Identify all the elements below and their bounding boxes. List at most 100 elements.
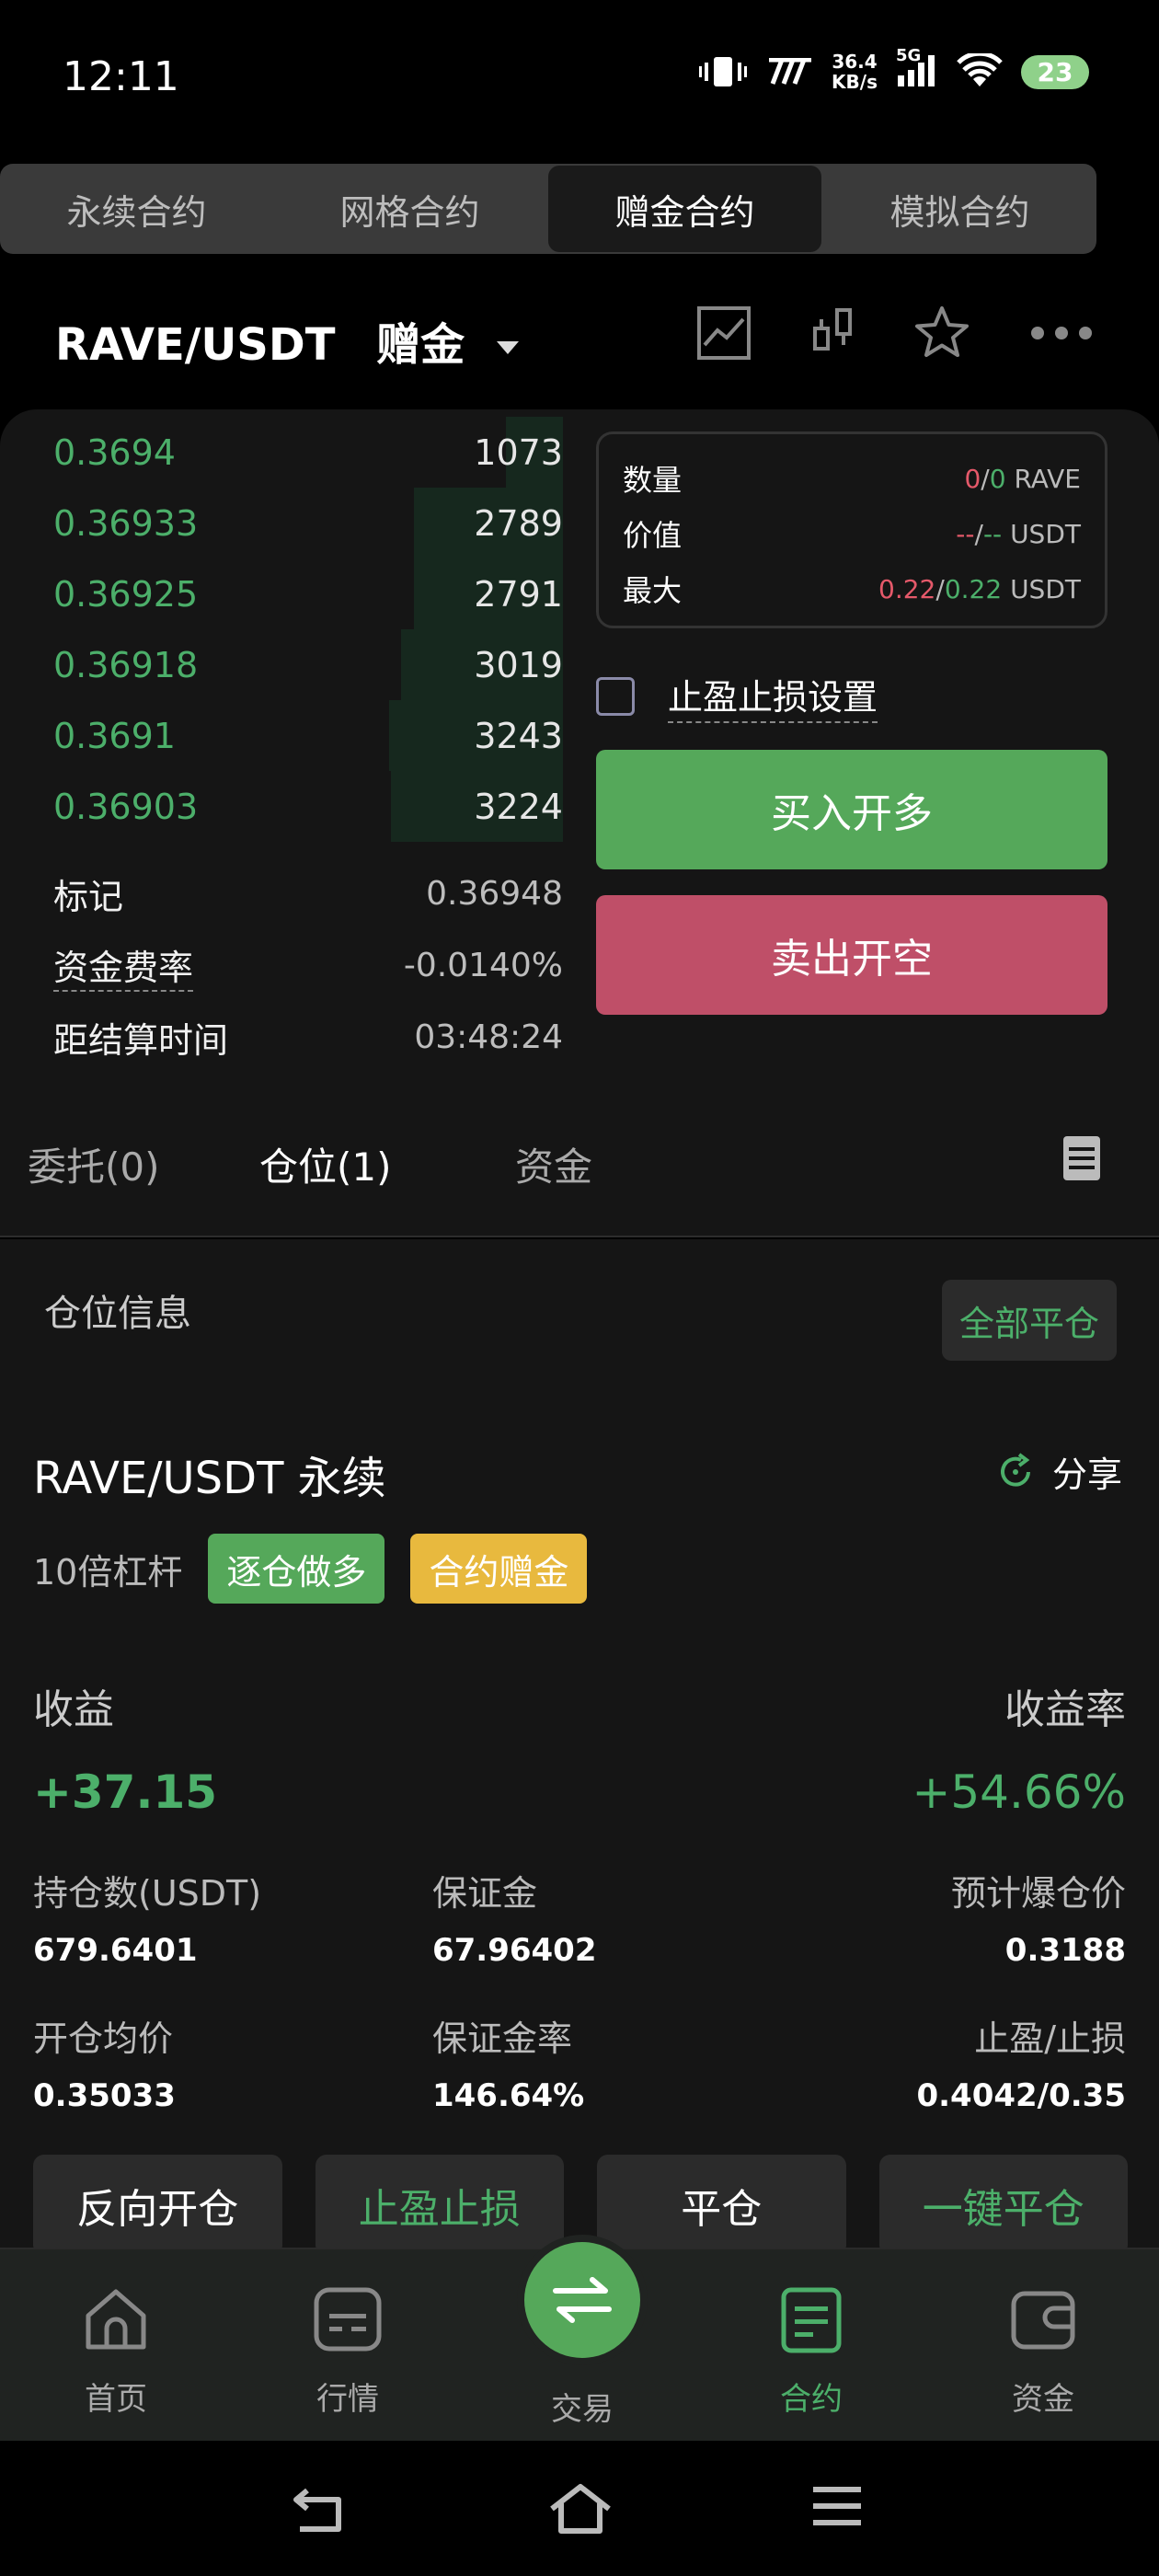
funding-rate-row: 资金费率 -0.0140% [53,929,563,1001]
settlement-row: 距结算时间 03:48:24 [53,1001,563,1073]
entry-price: 开仓均价 0.35033 [33,2010,394,2156]
signal-group: 5G [896,46,938,92]
network-type: 5G [896,46,922,65]
ask-row[interactable]: 0.3694 1073 [37,417,563,488]
bottom-nav: 首页 行情 交易 合约 资金 [0,2242,1159,2441]
section-tabs: 委托(0) 仓位(1) 资金 [0,1099,1159,1237]
contract-type-tabs: 永续合约 网格合约 赠金合约 模拟合约 [0,164,1096,254]
qty-short: 0 [989,463,1006,494]
margin-value: 67.96402 [431,1932,597,1969]
entry-price-value: 0.35033 [33,2077,176,2114]
qty-unit: RAVE [1014,463,1081,494]
tab-grid[interactable]: 网格合约 [273,164,546,254]
star-icon[interactable] [912,304,971,362]
net-speed-unit: KB/s [832,71,878,93]
nav-trade-button[interactable] [524,2242,640,2358]
positions-section: 仓位信息 全部平仓 RAVE/USDT 永续 分享 10倍杠杆 逐仓做多 合约赠… [0,1239,1159,2256]
value-row: 价值 --/-- USDT [623,506,1081,561]
ask-row[interactable]: 0.36918 3019 [37,629,563,700]
battery-indicator: 23 [1021,54,1089,89]
market-icon [314,2287,382,2352]
ask-row[interactable]: 0.36925 2791 [37,558,563,629]
margin-label: 保证金 [431,1873,537,1914]
net-speed: 36.4 KB/s [832,52,878,92]
buy-long-button[interactable]: 买入开多 [596,750,1107,869]
tpsl-setting[interactable]: 止盈止损设置 [596,669,878,723]
swap-icon [553,2277,612,2323]
liquidation-value: 0.3188 [1004,1932,1126,1969]
chevron-down-icon [496,341,519,354]
funding-rate-label[interactable]: 资金费率 [53,939,194,992]
close-all-button[interactable]: 全部平仓 [942,1280,1117,1361]
hd-icon [769,58,812,85]
position-size: 持仓数(USDT) 679.6401 [33,1865,394,2010]
tpsl-button[interactable]: 止盈止损 [315,2155,564,2256]
tab-assets[interactable]: 资金 [515,1136,592,1192]
ask-row[interactable]: 0.36933 2789 [37,488,563,558]
status-bar: 12:11 36.4 KB/s 5G 23 [0,0,1159,156]
margin-rate-label: 保证金率 [431,2018,572,2059]
reverse-open-button[interactable]: 反向开仓 [33,2155,282,2256]
nav-home[interactable]: 首页 [42,2284,189,2419]
quick-close-button[interactable]: 一键平仓 [878,2155,1128,2256]
nav-contracts[interactable]: 合约 [738,2284,885,2419]
position-details: 持仓数(USDT) 679.6401 保证金 67.96402 预计爆仓价 0.318… [33,1865,1126,2156]
nav-assets-label: 资金 [1012,2381,1074,2418]
menu-icon[interactable] [811,2483,863,2529]
home-icon [86,2289,146,2350]
pnl-label: 收益 [33,1686,114,1733]
close-position-button[interactable]: 平仓 [597,2155,846,2256]
pair-symbol: RAVE/USDT [55,319,336,371]
line-chart-icon[interactable] [695,305,752,362]
liquidation-price: 预计爆仓价 0.3188 [765,1865,1126,2010]
nav-market[interactable]: 行情 [274,2284,421,2419]
ask-price: 0.36933 [53,502,199,544]
tab-perpetual[interactable]: 永续合约 [0,164,273,254]
tpsl-values-value: 0.4042/0.35 [916,2077,1126,2114]
vibrate-icon [699,57,748,86]
tab-bonus[interactable]: 赠金合约 [548,166,821,252]
back-icon[interactable] [291,2483,350,2535]
more-icon[interactable] [1028,324,1095,342]
qty-value: 0/0 RAVE [964,463,1081,494]
candlestick-icon[interactable] [809,305,855,362]
funding-rate-value: -0.0140% [403,946,563,984]
sell-short-button[interactable]: 卖出开空 [596,895,1107,1015]
ask-quantity: 1073 [474,431,563,473]
share-button[interactable]: 分享 [995,1446,1122,1497]
home-nav-icon[interactable] [548,2483,613,2535]
settlement-countdown: 03:48:24 [414,1018,563,1056]
qty-row: 数量 0/0 RAVE [623,451,1081,506]
pair-selector[interactable]: RAVE/USDT 赠金 [55,308,519,373]
tab-positions[interactable]: 仓位(1) [259,1136,392,1192]
value-value: --/-- USDT [956,518,1081,549]
share-refresh-icon [1001,1452,1030,1487]
tab-demo[interactable]: 模拟合约 [823,164,1096,254]
tab-orders[interactable]: 委托(0) [28,1136,160,1192]
ask-price: 0.36903 [53,786,199,827]
value-short: -- [982,518,1003,549]
value-unit: USDT [1010,518,1081,549]
tpsl-setting-label: 止盈止损设置 [668,669,878,723]
position-size-label: 持仓数(USDT) [33,1873,262,1914]
position-size-value: 679.6401 [33,1932,198,1969]
roe-label: 收益率 [1004,1686,1126,1733]
value-label: 价值 [623,518,683,553]
nav-contracts-label: 合约 [780,2381,843,2418]
contract-doc-icon [781,2287,842,2353]
tpsl-checkbox[interactable] [596,676,635,716]
ask-price: 0.36918 [53,644,199,685]
position-actions: 反向开仓 止盈止损 平仓 一键平仓 [33,2155,1128,2256]
ask-row[interactable]: 0.36903 3224 [37,771,563,842]
entry-price-label: 开仓均价 [33,2018,174,2059]
document-icon[interactable] [1061,1134,1102,1182]
qty-long: 0 [964,463,981,494]
max-unit: USDT [1010,573,1081,604]
ask-price: 0.3691 [53,715,176,756]
order-info-box: 数量 0/0 RAVE 价值 --/-- USDT 最大 0.22/0.22 U… [596,431,1107,628]
ask-row[interactable]: 0.3691 3243 [37,700,563,771]
ask-quantity: 2789 [474,502,563,544]
nav-assets[interactable]: 资金 [970,2284,1117,2419]
margin-rate-value: 146.64% [431,2077,585,2114]
ask-quantity: 3019 [474,644,563,685]
